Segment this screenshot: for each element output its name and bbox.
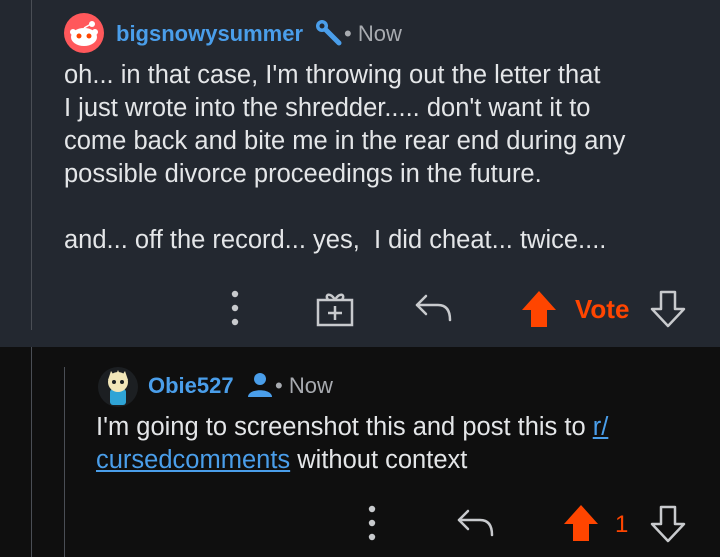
timestamp: • Now (344, 21, 402, 46)
user-avatar-icon[interactable] (98, 367, 138, 407)
comment-author[interactable]: bigsnowysummer (116, 21, 303, 47)
comment-parent: bigsnowysummer • Now oh... in that case,… (0, 0, 720, 347)
more-icon[interactable] (362, 504, 382, 547)
upvote-icon[interactable] (562, 503, 600, 548)
downvote-icon[interactable] (650, 505, 686, 548)
more-icon[interactable] (225, 289, 245, 332)
op-person-icon (246, 371, 274, 404)
snoo-avatar-icon[interactable] (64, 13, 104, 53)
vote-score: 1 (615, 511, 629, 538)
comment-reply: Obie527 • Now I'm going to screenshot th… (0, 347, 720, 557)
comment-body: oh... in that case, I'm throwing out the… (64, 61, 626, 254)
gift-icon[interactable] (316, 290, 354, 333)
reply-icon[interactable] (414, 292, 454, 329)
thread-line[interactable] (31, 347, 32, 557)
vote-label: Vote (575, 294, 630, 324)
thread-line[interactable] (31, 0, 32, 330)
upvote-icon[interactable] (520, 289, 558, 334)
comment-author[interactable]: Obie527 (148, 373, 234, 399)
reply-icon[interactable] (456, 507, 496, 544)
downvote-icon[interactable] (650, 290, 686, 333)
comment-body: I'm going to screenshot this and post th… (96, 413, 609, 474)
mod-wrench-icon (314, 18, 344, 53)
thread-line-nested[interactable] (64, 367, 65, 557)
timestamp: • Now (275, 373, 333, 398)
